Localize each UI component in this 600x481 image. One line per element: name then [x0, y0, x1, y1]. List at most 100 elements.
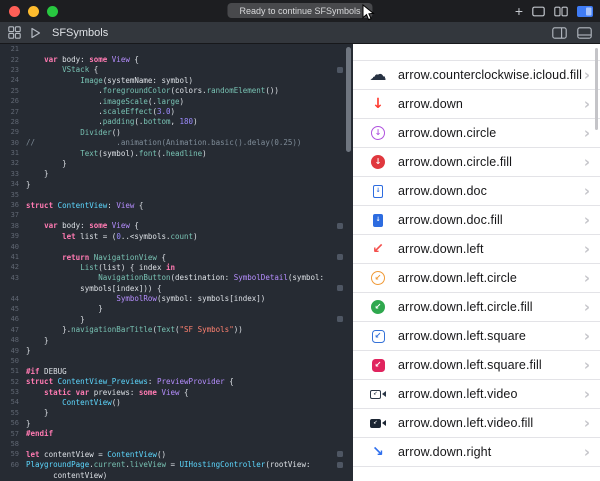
code-text: let contentView = ContentView()	[26, 450, 353, 459]
code-line[interactable]: 35	[0, 189, 353, 199]
editor-scrollbar[interactable]	[346, 47, 351, 152]
code-line[interactable]: 55 }	[0, 408, 353, 418]
code-line[interactable]: contentView)	[0, 470, 353, 480]
symbol-row[interactable]: ↓arrow.down.doc.fill›	[353, 206, 600, 235]
code-line[interactable]: 36struct ContentView: View {	[0, 200, 353, 210]
code-line[interactable]: 41 return NavigationView {	[0, 252, 353, 262]
code-line[interactable]: 54 ContentView()	[0, 397, 353, 407]
code-line[interactable]: 49}	[0, 345, 353, 355]
breadcrumb-label[interactable]: SFSymbols	[52, 27, 108, 39]
code-editor[interactable]: 2122 var body: some View {23 VStack {24 …	[0, 44, 353, 481]
code-line[interactable]: 52struct ContentView_Previews: PreviewPr…	[0, 377, 353, 387]
preview-toggle-icon[interactable]	[552, 27, 567, 39]
symbol-row[interactable]: ↓arrow.down›	[353, 90, 600, 119]
symbol-row[interactable]: ↙arrow.down.left.circle›	[353, 264, 600, 293]
symbol-label: arrow.down.left	[398, 242, 584, 256]
code-line[interactable]: 57#endif	[0, 428, 353, 438]
code-line[interactable]: 40	[0, 241, 353, 251]
arrow-down-icon: ↓	[367, 96, 389, 112]
symbol-row[interactable]: ↙arrow.down.left.square›	[353, 322, 600, 351]
symbol-row[interactable]: ↙arrow.down.left.video›	[353, 380, 600, 409]
tile-windows-icon[interactable]	[554, 6, 568, 17]
code-line[interactable]: 50	[0, 356, 353, 366]
code-line[interactable]: 24 Image(systemName: symbol)	[0, 75, 353, 85]
code-line[interactable]: 60PlaygroundPage.current.liveView = UIHo…	[0, 460, 353, 470]
result-marker[interactable]	[337, 285, 343, 291]
result-marker[interactable]	[337, 316, 343, 322]
code-text: }	[26, 180, 353, 189]
symbol-row[interactable]: ↓arrow.down.doc›	[353, 177, 600, 206]
code-line[interactable]: 59let contentView = ContentView()	[0, 449, 353, 459]
code-text: Text(symbol).font(.headline)	[26, 149, 353, 158]
code-line[interactable]: 30// .animation(Animation.basic().delay(…	[0, 138, 353, 148]
list-scrollbar[interactable]	[595, 48, 598, 130]
code-line[interactable]: 29 Divider()	[0, 127, 353, 137]
code-line[interactable]: 31 Text(symbol).font(.headline)	[0, 148, 353, 158]
code-line[interactable]: 56}	[0, 418, 353, 428]
symbol-row[interactable]: ↙arrow.down.left.video.fill›	[353, 409, 600, 438]
code-line[interactable]: 27 .scaleEffect(3.0)	[0, 106, 353, 116]
zoom-button[interactable]	[47, 6, 58, 17]
code-line[interactable]: 48 }	[0, 335, 353, 345]
code-text: var body: some View {	[26, 221, 353, 230]
code-line[interactable]: 47 }.navigationBarTitle(Text("SF Symbols…	[0, 325, 353, 335]
code-line[interactable]: 51#if DEBUG	[0, 366, 353, 376]
result-marker[interactable]	[337, 451, 343, 457]
line-number: 32	[0, 159, 26, 167]
code-line[interactable]: 33 }	[0, 169, 353, 179]
result-marker[interactable]	[337, 67, 343, 73]
arrow-down-left-square-fill-icon: ↙	[367, 359, 389, 372]
symbol-row[interactable]: ↓arrow.down.circle.fill›	[353, 148, 600, 177]
minimize-button[interactable]	[28, 6, 39, 17]
line-number: 31	[0, 149, 26, 157]
split-editor-icon[interactable]	[577, 27, 592, 39]
code-line[interactable]: 28 .padding(.bottom, 180)	[0, 117, 353, 127]
code-text: #endif	[26, 429, 353, 438]
code-line[interactable]: 58	[0, 439, 353, 449]
symbol-row[interactable]: ↘arrow.down.right›	[353, 438, 600, 467]
result-marker[interactable]	[337, 223, 343, 229]
code-line[interactable]: 22 var body: some View {	[0, 54, 353, 64]
status-pill[interactable]: Ready to continue SFSymbols	[227, 3, 372, 18]
sidebar-grid-icon[interactable]	[8, 26, 21, 39]
symbol-row[interactable]: ☁arrow.counterclockwise.icloud.fill›	[353, 61, 600, 90]
code-line[interactable]: 25 .foregroundColor(colors.randomElement…	[0, 86, 353, 96]
code-line[interactable]: 53 static var previews: some View {	[0, 387, 353, 397]
code-line[interactable]: symbols[index])) {	[0, 283, 353, 293]
toolbar: SFSymbols	[0, 22, 600, 44]
line-number: 40	[0, 243, 26, 251]
code-text: VStack {	[26, 65, 353, 74]
symbol-row[interactable]: ↙arrow.down.left.square.fill›	[353, 351, 600, 380]
arrow-down-left-video-fill-icon: ↙	[367, 419, 389, 428]
chevron-right-icon: ›	[584, 385, 590, 403]
code-text: .foregroundColor(colors.randomElement())	[26, 86, 353, 95]
symbol-row[interactable]: ↙arrow.down.left›	[353, 235, 600, 264]
symbol-row[interactable]: ↙arrow.down.left.circle.fill›	[353, 293, 600, 322]
chevron-right-icon: ›	[584, 66, 590, 84]
result-marker[interactable]	[337, 462, 343, 468]
new-tab-icon[interactable]: +	[515, 4, 523, 18]
symbol-row[interactable]: ↓arrow.down.circle›	[353, 119, 600, 148]
result-marker[interactable]	[337, 254, 343, 260]
code-line[interactable]: 39 let list = (0..<symbols.count)	[0, 231, 353, 241]
code-line[interactable]: 37	[0, 210, 353, 220]
code-line[interactable]: 46 }	[0, 314, 353, 324]
code-line[interactable]: 21	[0, 44, 353, 54]
code-text: ContentView()	[26, 398, 353, 407]
line-number: 36	[0, 201, 26, 209]
code-line[interactable]: 26 .imageScale(.large)	[0, 96, 353, 106]
code-line[interactable]: 32 }	[0, 158, 353, 168]
code-line[interactable]: 43 NavigationButton(destination: SymbolD…	[0, 273, 353, 283]
code-line[interactable]: 45 }	[0, 304, 353, 314]
code-line[interactable]: 44 SymbolRow(symbol: symbols[index])	[0, 293, 353, 303]
code-line[interactable]: 38 var body: some View {	[0, 221, 353, 231]
single-window-icon[interactable]	[532, 6, 545, 17]
run-play-icon[interactable]	[30, 27, 41, 39]
chevron-right-icon: ›	[584, 356, 590, 374]
split-view-icon[interactable]	[577, 6, 593, 17]
code-text: #if DEBUG	[26, 367, 353, 376]
close-button[interactable]	[9, 6, 20, 17]
code-line[interactable]: 23 VStack {	[0, 65, 353, 75]
code-line[interactable]: 42 List(list) { index in	[0, 262, 353, 272]
code-line[interactable]: 34}	[0, 179, 353, 189]
